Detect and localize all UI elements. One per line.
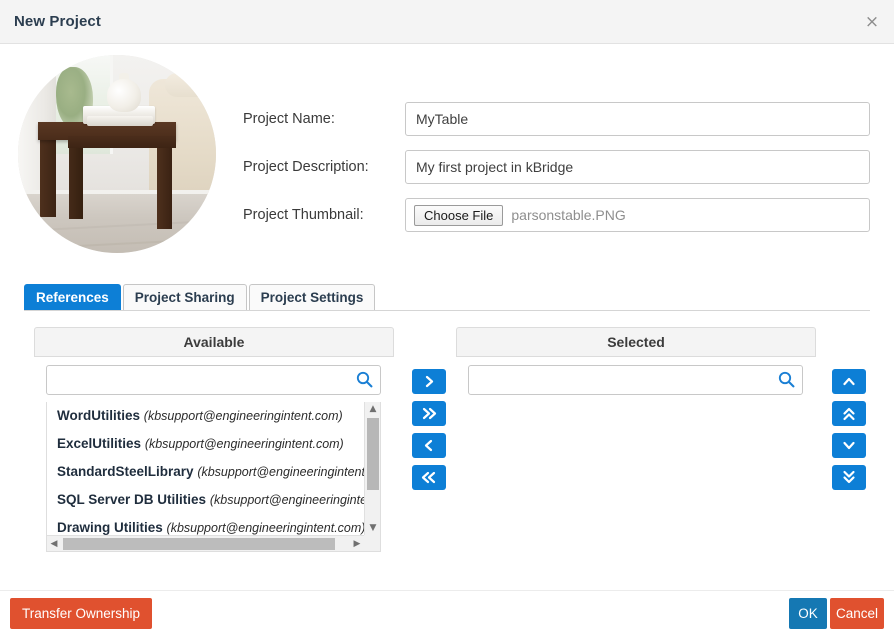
available-list-items: WordUtilities (kbsupport@engineeringinte… [47,402,364,535]
project-thumbnail-preview [18,55,216,253]
dialog-footer: Transfer Ownership OK Cancel [0,590,894,638]
move-down-button[interactable] [832,433,866,458]
search-icon[interactable] [778,371,795,388]
reference-owner: (kbsupport@engineeringintent.com) [143,409,343,423]
move-top-button[interactable] [832,401,866,426]
order-button-stack [832,369,866,497]
selected-search-wrap [468,365,803,395]
available-list-horizontal-scrollbar[interactable]: ◀ ▶ [47,535,364,551]
transfer-button-stack [412,369,446,497]
project-thumbnail-row: Project Thumbnail: Choose File parsonsta… [243,198,870,246]
chevron-left-icon [424,439,433,452]
chevron-up-icon [843,377,855,386]
scroll-right-icon[interactable]: ▶ [350,536,364,551]
scroll-up-icon[interactable]: ▲ [365,402,380,416]
reference-name: ExcelUtilities [57,436,142,451]
project-form: Project Name: Project Description: Proje… [243,44,870,232]
available-search-wrap [46,365,381,395]
move-left-button[interactable] [412,433,446,458]
reference-owner: (kbsupport@engineeringintent.com) [197,465,364,479]
scroll-down-icon[interactable]: ▼ [365,521,380,535]
available-list-vertical-scrollbar[interactable]: ▲ ▼ [364,402,380,535]
cancel-button[interactable]: Cancel [830,598,884,629]
chevron-double-right-icon [422,407,437,420]
selected-panel: Selected [456,327,816,552]
search-icon[interactable] [356,371,373,388]
chevron-right-icon [425,375,434,388]
transfer-ownership-button[interactable]: Transfer Ownership [10,598,153,629]
reference-name: StandardSteelLibrary [57,464,194,479]
available-list[interactable]: WordUtilities (kbsupport@engineeringinte… [46,402,381,552]
project-description-row: Project Description: [243,150,870,198]
move-bottom-button[interactable] [832,465,866,490]
reference-name: WordUtilities [57,408,141,423]
list-item[interactable]: WordUtilities (kbsupport@engineeringinte… [47,402,364,430]
choose-file-button[interactable]: Choose File [414,204,504,226]
scrollbar-corner [364,535,380,551]
move-right-button[interactable] [412,369,446,394]
selected-panel-title: Selected [456,327,816,357]
tab-project-settings[interactable]: Project Settings [248,284,376,310]
list-item[interactable]: Drawing Utilities (kbsupport@engineering… [47,514,364,535]
reference-name: Drawing Utilities [57,520,163,535]
project-details-section: Project Name: Project Description: Proje… [0,44,894,269]
chevron-double-down-icon [843,470,855,484]
vertical-scroll-thumb[interactable] [367,418,379,490]
project-description-label: Project Description: [243,159,369,175]
scroll-left-icon[interactable]: ◀ [47,536,61,551]
new-project-dialog: New Project × Project Name: MyTable Proj… [0,0,894,638]
project-thumbnail-file-input[interactable]: Choose File parsonstable.PNG [405,198,870,232]
tab-project-sharing[interactable]: Project Sharing [122,284,247,310]
chevron-double-up-icon [843,407,855,421]
project-thumbnail-label: Project Thumbnail: [243,207,364,223]
horizontal-scroll-thumb[interactable] [63,538,335,550]
list-item[interactable]: ExcelUtilities (kbsupport@engineeringint… [47,430,364,458]
reference-owner: (kbsupport@engineeringintent.com) [166,521,364,535]
list-item[interactable]: SQL Server DB Utilities (kbsupport@engin… [47,486,364,514]
available-panel: Available WordUtilities (kbsupport@engin… [34,327,394,552]
dialog-titlebar: New Project × [0,0,894,44]
project-name-input[interactable] [405,102,870,136]
reference-name: SQL Server DB Utilities [57,492,207,507]
thumbnail-photo [18,55,216,253]
dialog-title: New Project [14,13,101,30]
tab-strip: References Project Sharing Project Setti… [24,284,870,310]
chevron-double-left-icon [421,471,436,484]
close-icon[interactable]: × [862,12,882,32]
reference-owner: (kbsupport@engineeringintent.com) [144,437,344,451]
project-name-label: Project Name: [243,111,335,127]
project-name-row: Project Name: [243,102,870,150]
selected-list[interactable] [468,402,803,552]
available-search-input[interactable] [46,365,381,395]
tab-references[interactable]: References [24,284,121,310]
list-item[interactable]: StandardSteelLibrary (kbsupport@engineer… [47,458,364,486]
project-tabs: References Project Sharing Project Setti… [24,284,870,572]
chosen-file-name: parsonstable.PNG [511,207,626,223]
selected-search-input[interactable] [468,365,803,395]
move-up-button[interactable] [832,369,866,394]
selected-list-items [468,402,787,536]
chevron-down-icon [843,441,855,450]
available-panel-title: Available [34,327,394,357]
move-all-left-button[interactable] [412,465,446,490]
project-description-input[interactable] [405,150,870,184]
ok-button[interactable]: OK [789,598,827,629]
move-all-right-button[interactable] [412,401,446,426]
reference-owner: (kbsupport@engineeringintent.com) [209,493,364,507]
tab-panel-references: Available WordUtilities (kbsupport@engin… [24,310,870,572]
